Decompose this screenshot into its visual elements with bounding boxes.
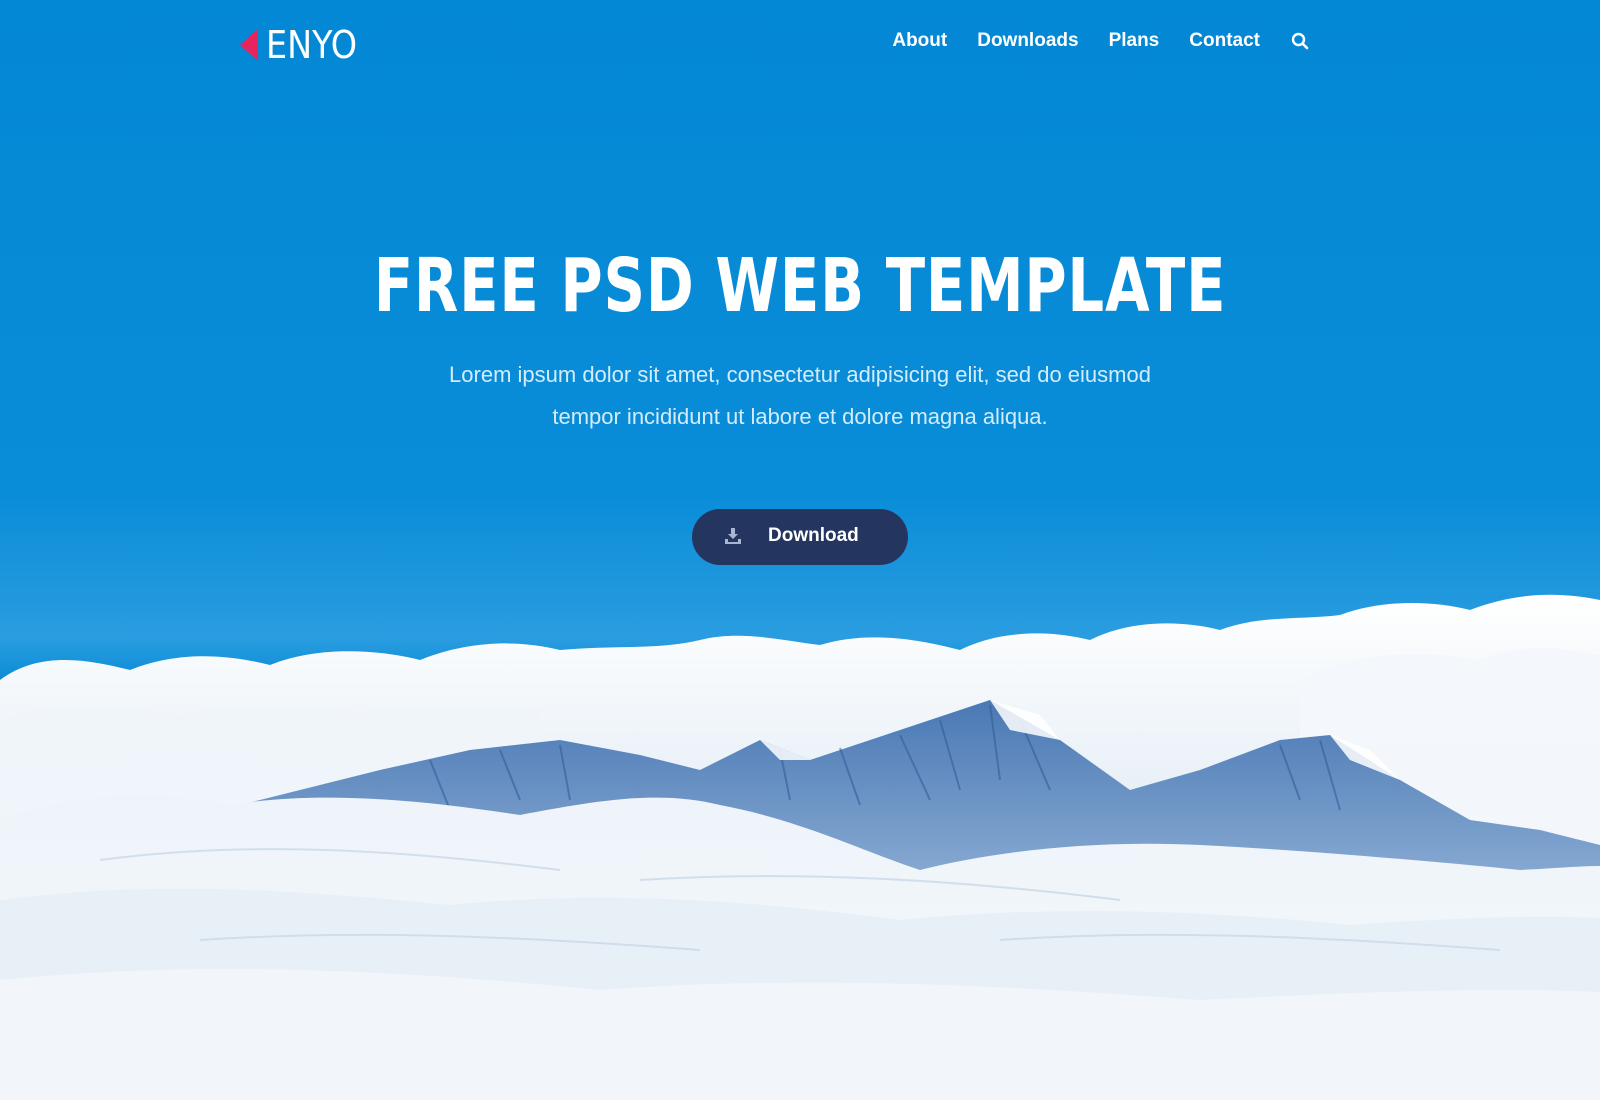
- hero-title: FREE PSD WEB TEMPLATE: [373, 243, 1227, 329]
- search-icon: [1291, 32, 1309, 50]
- hero-subtitle-line-2: tempor incididunt ut labore et dolore ma…: [552, 404, 1048, 429]
- nav-link-contact[interactable]: Contact: [1189, 30, 1260, 52]
- main-menu: About Downloads Plans Contact: [892, 30, 1310, 52]
- hero-subtitle-line-1: Lorem ipsum dolor sit amet, consectetur …: [449, 362, 1151, 387]
- nav-link-plans[interactable]: Plans: [1109, 30, 1160, 52]
- search-button[interactable]: [1290, 30, 1310, 52]
- nav-link-about[interactable]: About: [892, 30, 947, 52]
- download-button[interactable]: Download: [692, 509, 908, 565]
- nav-link-downloads[interactable]: Downloads: [977, 30, 1078, 52]
- download-icon: [725, 528, 741, 544]
- brand-logo[interactable]: ENYO: [240, 23, 369, 67]
- download-button-label: Download: [768, 525, 859, 546]
- top-navigation: ENYO About Downloads Plans Contact: [0, 0, 1600, 92]
- hero-subtitle: Lorem ipsum dolor sit amet, consectetur …: [400, 354, 1200, 438]
- logo-arrow-icon: [240, 29, 258, 61]
- logo-text: ENYO: [266, 23, 358, 67]
